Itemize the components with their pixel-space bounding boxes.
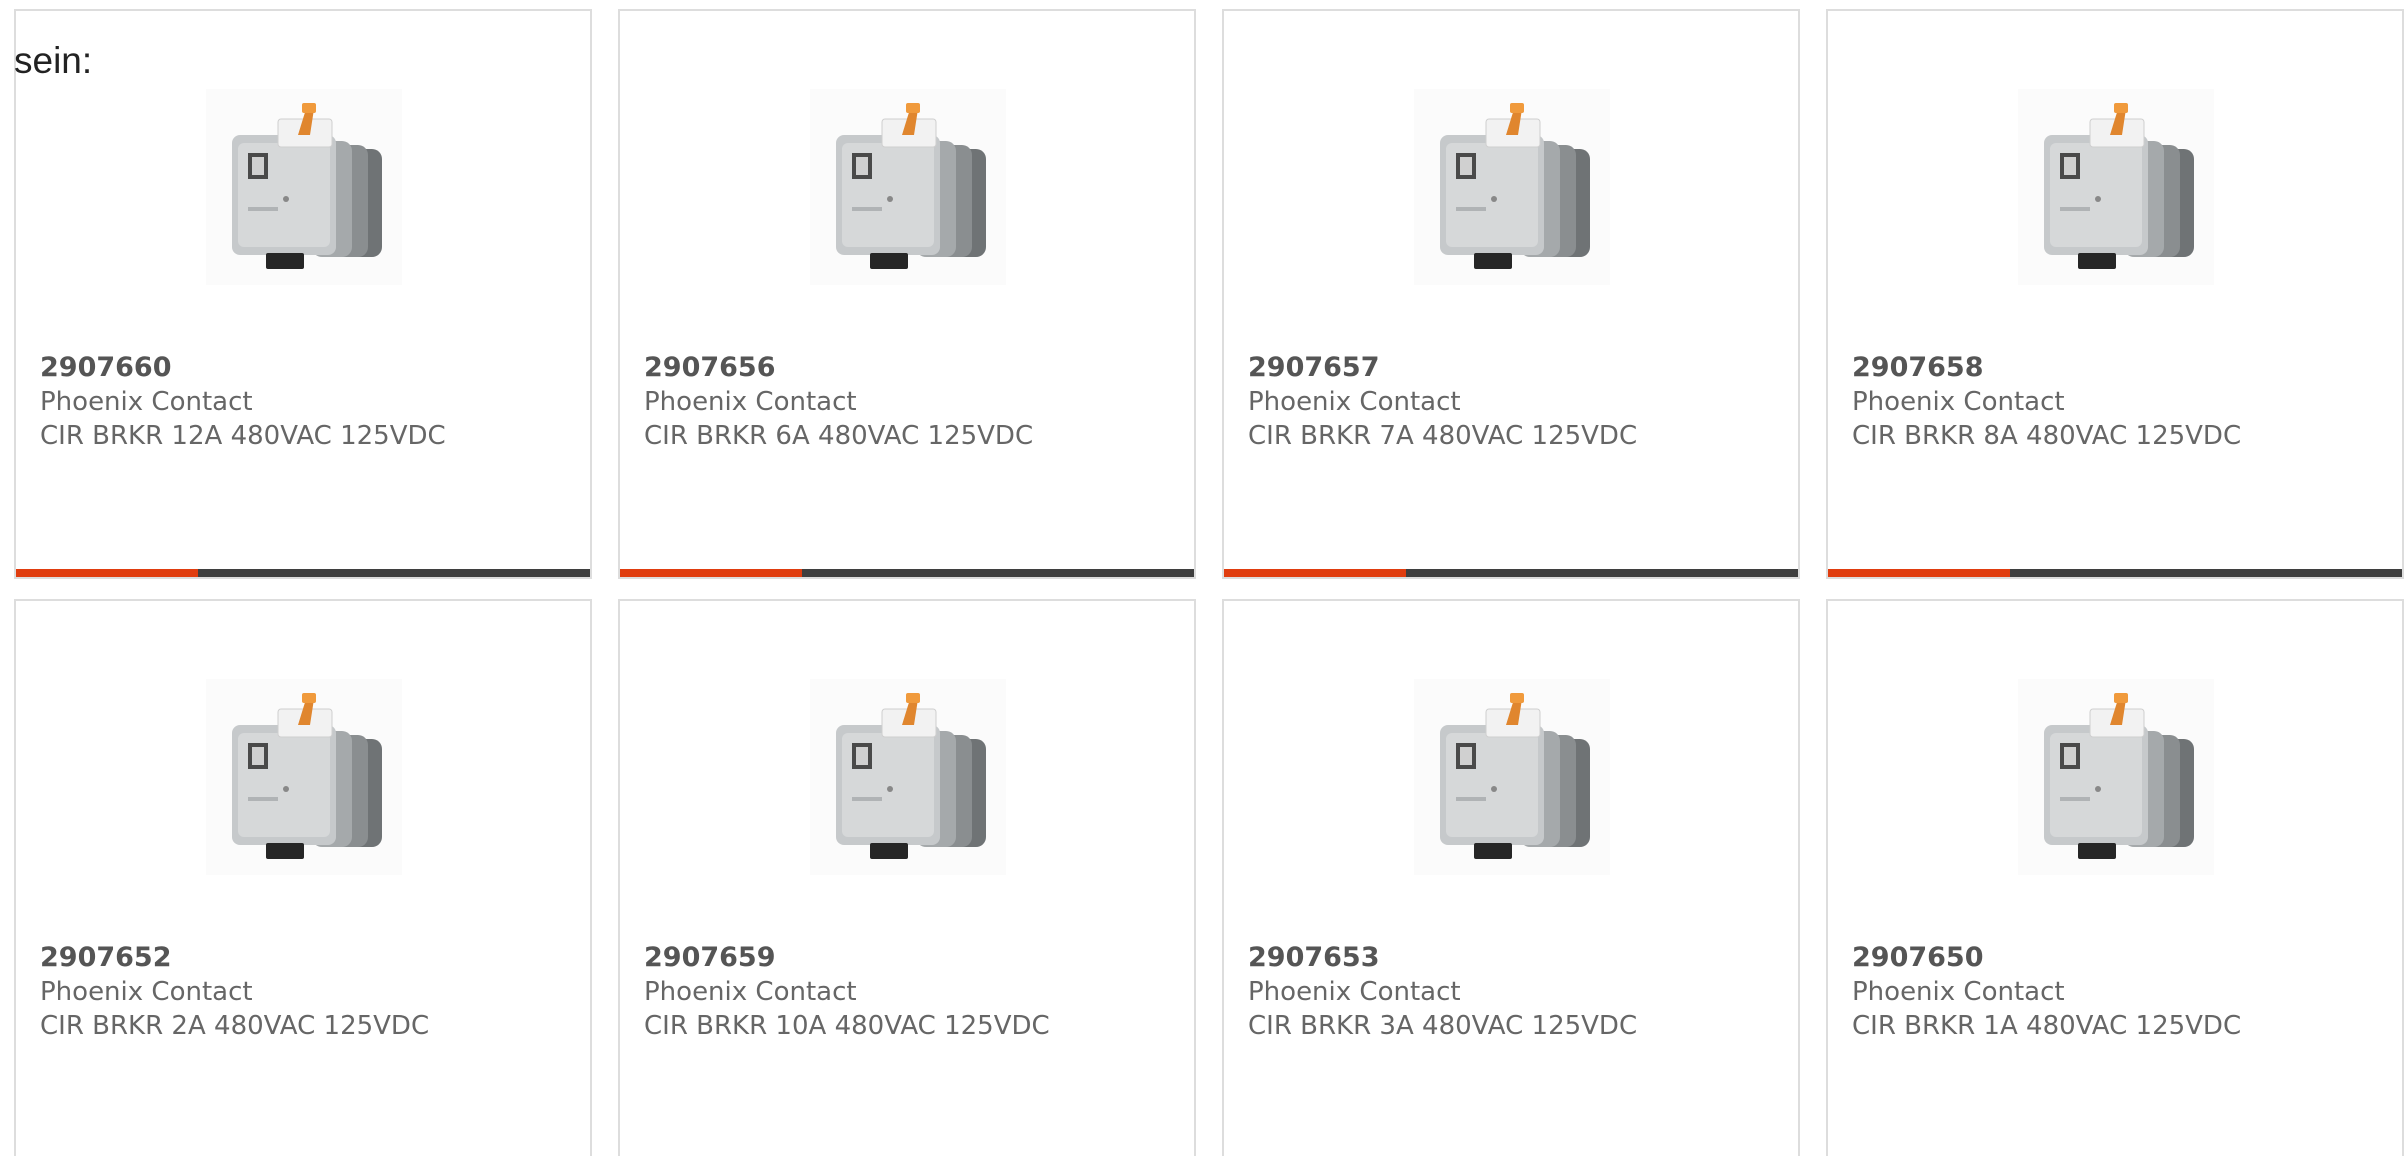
product-image[interactable] <box>2018 89 2214 285</box>
product-description: CIR BRKR 7A 480VAC 125VDC <box>1248 421 1638 451</box>
product-description: CIR BRKR 10A 480VAC 125VDC <box>644 1011 1050 1041</box>
circuit-breaker-icon <box>2018 679 2214 875</box>
product-image[interactable] <box>810 89 1006 285</box>
product-card[interactable]: 2907650 Phoenix Contact CIR BRKR 1A 480V… <box>1826 599 2404 1156</box>
product-description: CIR BRKR 1A 480VAC 125VDC <box>1852 1011 2242 1041</box>
product-image[interactable] <box>206 679 402 875</box>
circuit-breaker-icon <box>206 679 402 875</box>
product-image[interactable] <box>1414 89 1610 285</box>
circuit-breaker-icon <box>206 89 402 285</box>
product-sku[interactable]: 2907659 <box>644 941 1050 975</box>
product-image[interactable] <box>2018 679 2214 875</box>
card-accent-bar <box>16 569 198 577</box>
product-sku[interactable]: 2907660 <box>40 351 446 385</box>
card-accent-bar <box>1828 569 2010 577</box>
product-image[interactable] <box>206 89 402 285</box>
product-description: CIR BRKR 8A 480VAC 125VDC <box>1852 421 2242 451</box>
product-info: 2907657 Phoenix Contact CIR BRKR 7A 480V… <box>1248 351 1637 453</box>
card-footer-bar <box>16 569 590 577</box>
product-info: 2907659 Phoenix Contact CIR BRKR 10A 480… <box>644 941 1050 1043</box>
product-card[interactable]: 2907658 Phoenix Contact CIR BRKR 8A 480V… <box>1826 9 2404 579</box>
product-manufacturer: Phoenix Contact <box>40 387 253 417</box>
product-image[interactable] <box>1414 679 1610 875</box>
product-sku[interactable]: 2907658 <box>1852 351 2241 385</box>
circuit-breaker-icon <box>1414 89 1610 285</box>
product-manufacturer: Phoenix Contact <box>644 387 857 417</box>
card-footer-bar <box>620 569 1194 577</box>
card-accent-bar <box>620 569 802 577</box>
circuit-breaker-icon <box>810 89 1006 285</box>
product-card[interactable]: 2907656 Phoenix Contact CIR BRKR 6A 480V… <box>618 9 1196 579</box>
circuit-breaker-icon <box>2018 89 2214 285</box>
product-info: 2907653 Phoenix Contact CIR BRKR 3A 480V… <box>1248 941 1637 1043</box>
product-manufacturer: Phoenix Contact <box>644 977 857 1007</box>
product-sku[interactable]: 2907657 <box>1248 351 1637 385</box>
product-description: CIR BRKR 6A 480VAC 125VDC <box>644 421 1034 451</box>
card-footer-bar <box>1828 569 2402 577</box>
product-grid-page: 2907660 Phoenix Contact CIR BRKR 12A 480… <box>0 0 2408 1156</box>
product-info: 2907656 Phoenix Contact CIR BRKR 6A 480V… <box>644 351 1033 453</box>
product-card[interactable]: 2907659 Phoenix Contact CIR BRKR 10A 480… <box>618 599 1196 1156</box>
product-sku[interactable]: 2907656 <box>644 351 1033 385</box>
product-description: CIR BRKR 12A 480VAC 125VDC <box>40 421 446 451</box>
product-sku[interactable]: 2907650 <box>1852 941 2241 975</box>
card-accent-bar <box>1224 569 1406 577</box>
product-manufacturer: Phoenix Contact <box>1852 977 2065 1007</box>
product-card[interactable]: 2907653 Phoenix Contact CIR BRKR 3A 480V… <box>1222 599 1800 1156</box>
product-manufacturer: Phoenix Contact <box>1852 387 2065 417</box>
product-card[interactable]: 2907657 Phoenix Contact CIR BRKR 7A 480V… <box>1222 9 1800 579</box>
product-card[interactable]: 2907652 Phoenix Contact CIR BRKR 2A 480V… <box>14 599 592 1156</box>
product-sku[interactable]: 2907652 <box>40 941 429 975</box>
circuit-breaker-icon <box>1414 679 1610 875</box>
product-description: CIR BRKR 3A 480VAC 125VDC <box>1248 1011 1638 1041</box>
intro-text: sein: <box>14 40 93 81</box>
product-card[interactable]: 2907660 Phoenix Contact CIR BRKR 12A 480… <box>14 9 592 579</box>
product-sku[interactable]: 2907653 <box>1248 941 1637 975</box>
product-info: 2907650 Phoenix Contact CIR BRKR 1A 480V… <box>1852 941 2241 1043</box>
product-manufacturer: Phoenix Contact <box>1248 387 1461 417</box>
circuit-breaker-icon <box>810 679 1006 875</box>
product-info: 2907652 Phoenix Contact CIR BRKR 2A 480V… <box>40 941 429 1043</box>
product-image[interactable] <box>810 679 1006 875</box>
product-manufacturer: Phoenix Contact <box>1248 977 1461 1007</box>
product-info: 2907660 Phoenix Contact CIR BRKR 12A 480… <box>40 351 446 453</box>
product-info: 2907658 Phoenix Contact CIR BRKR 8A 480V… <box>1852 351 2241 453</box>
card-footer-bar <box>1224 569 1798 577</box>
product-manufacturer: Phoenix Contact <box>40 977 253 1007</box>
product-description: CIR BRKR 2A 480VAC 125VDC <box>40 1011 430 1041</box>
